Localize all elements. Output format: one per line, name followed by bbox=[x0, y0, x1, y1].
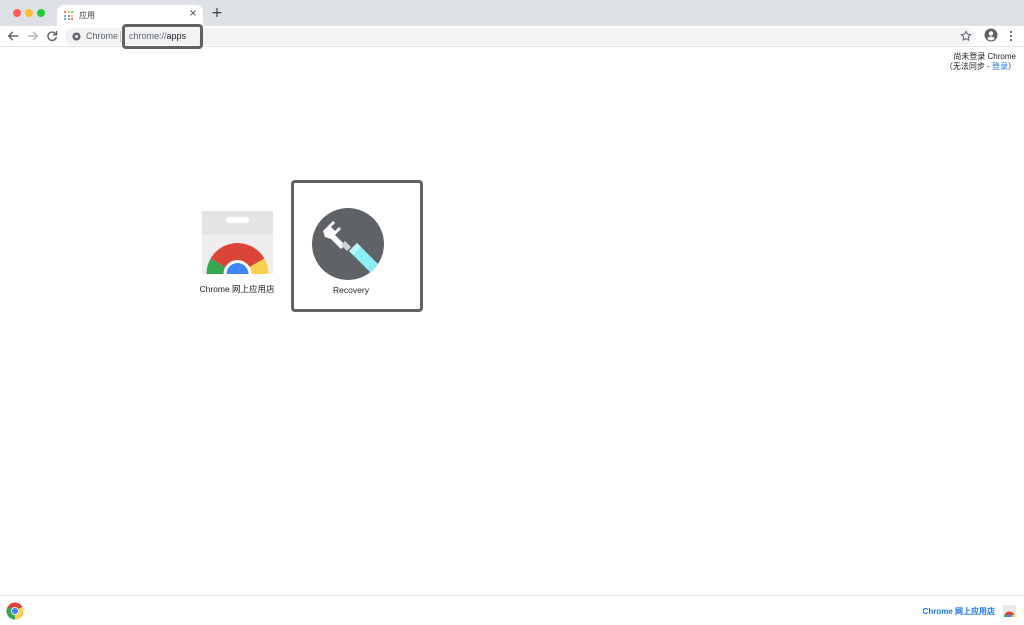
recovery-wrench-icon bbox=[312, 208, 384, 280]
chip-divider bbox=[120, 31, 121, 42]
new-tab-button[interactable]: + bbox=[210, 6, 224, 20]
url-text[interactable]: chrome://apps bbox=[129, 31, 186, 41]
window-maximize-button[interactable] bbox=[37, 9, 45, 17]
app-label: Chrome 网上应用店 bbox=[199, 284, 275, 294]
apps-grid-icon bbox=[64, 11, 73, 20]
url-scheme: chrome:// bbox=[129, 31, 167, 41]
star-icon[interactable] bbox=[960, 30, 972, 42]
app-label: Recovery bbox=[333, 285, 369, 295]
menu-dots-icon[interactable] bbox=[1005, 29, 1017, 43]
sync-status: （无法同步 - 登录） bbox=[945, 62, 1016, 72]
url-path: apps bbox=[166, 31, 187, 41]
window-minimize-button[interactable] bbox=[25, 9, 33, 17]
tab-close-icon[interactable]: × bbox=[187, 8, 199, 20]
app-recovery[interactable]: Recovery bbox=[291, 180, 423, 312]
signin-notice: 尚未登录 Chrome （无法同步 - 登录） bbox=[945, 52, 1016, 72]
sync-status-suffix: ） bbox=[1008, 62, 1016, 71]
sync-status-prefix: （无法同步 - bbox=[944, 62, 992, 71]
title-bar: 应用 × + bbox=[0, 0, 1024, 26]
web-store-link[interactable]: Chrome 网上应用店 bbox=[923, 606, 995, 617]
forward-arrow-icon[interactable] bbox=[26, 29, 40, 43]
signin-link[interactable]: 登录 bbox=[992, 62, 1008, 71]
window-close-button[interactable] bbox=[13, 9, 21, 17]
site-chip-label: Chrome bbox=[86, 31, 119, 41]
chrome-web-store-icon bbox=[202, 211, 273, 274]
footer: Chrome 网上应用店 bbox=[0, 595, 1024, 625]
app-chrome-web-store[interactable]: Chrome 网上应用店 bbox=[193, 200, 281, 305]
reload-icon[interactable] bbox=[45, 29, 59, 43]
tab-title: 应用 bbox=[79, 11, 95, 20]
chrome-web-store-small-icon[interactable] bbox=[1003, 605, 1016, 617]
chrome-page-icon bbox=[72, 32, 81, 41]
signin-status: 尚未登录 Chrome bbox=[953, 52, 1016, 61]
toolbar: Chrome chrome://apps bbox=[0, 24, 1024, 49]
tab-apps[interactable]: 应用 × bbox=[57, 5, 203, 26]
address-bar[interactable]: Chrome chrome://apps bbox=[65, 24, 975, 49]
back-arrow-icon[interactable] bbox=[6, 29, 20, 43]
profile-icon[interactable] bbox=[984, 28, 998, 42]
chrome-logo-icon[interactable] bbox=[6, 602, 24, 620]
